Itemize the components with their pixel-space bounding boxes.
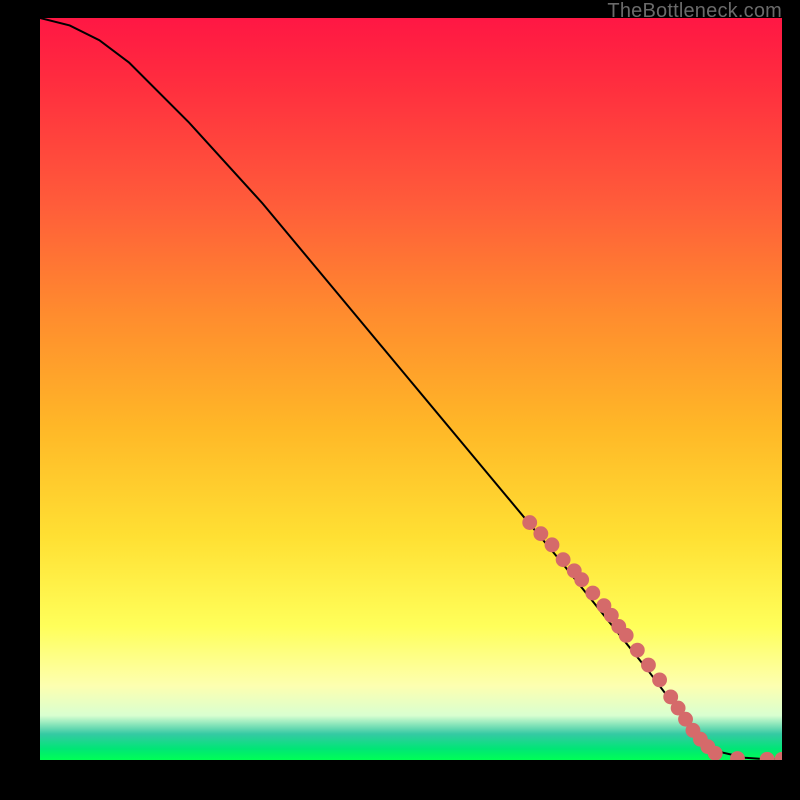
highlight-dot — [533, 526, 548, 541]
chart-stage — [40, 18, 782, 760]
highlight-dot — [730, 751, 745, 760]
highlight-dot — [556, 552, 571, 567]
highlight-dot — [760, 752, 775, 760]
highlight-dot — [574, 572, 589, 587]
chart-svg — [40, 18, 782, 760]
highlight-dot — [775, 752, 782, 760]
highlight-dot — [641, 658, 656, 673]
bottom-black-bar — [0, 760, 800, 800]
highlight-dot — [652, 672, 667, 687]
highlight-dot — [619, 628, 634, 643]
curve-line — [40, 18, 782, 759]
highlight-dot — [630, 643, 645, 658]
highlight-dot — [522, 515, 537, 530]
highlight-dot — [585, 586, 600, 601]
attribution-label: TheBottleneck.com — [607, 0, 782, 23]
highlight-dot — [545, 537, 560, 552]
